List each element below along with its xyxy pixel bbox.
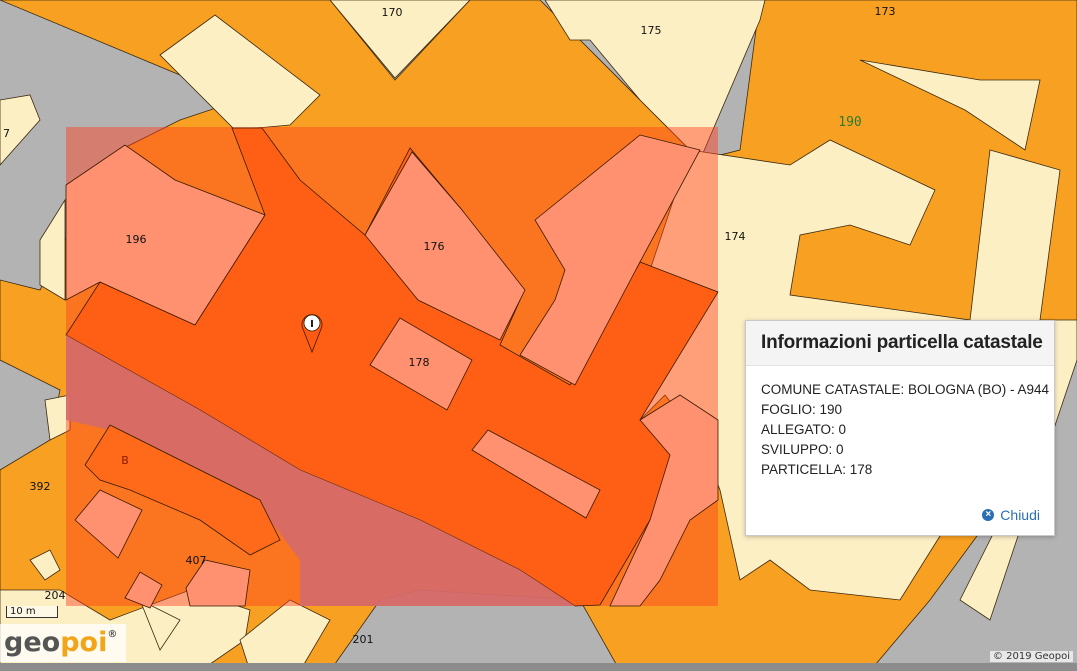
parcel-label-170: 170: [382, 6, 403, 19]
parcel-info-popup: Informazioni particella catastale COMUNE…: [745, 320, 1055, 536]
parcel-label-173: 173: [875, 5, 896, 18]
parcel-label-7: 7: [3, 127, 10, 140]
parcel-label-407: 407: [186, 554, 207, 567]
parcel-label-B: B: [121, 454, 129, 467]
parcel-label-175: 175: [641, 24, 662, 37]
popup-row-allegato: ALLEGATO: 0: [761, 422, 847, 437]
popup-row-particella: PARTICELLA: 178: [761, 462, 873, 477]
geopoi-logo: geopoi®: [0, 624, 126, 662]
logo-geo: geo: [4, 627, 61, 658]
logo-poi: poi: [60, 627, 108, 658]
parcel-label-201: 201: [353, 633, 374, 646]
close-button[interactable]: × Chiudi: [982, 507, 1040, 523]
close-label: Chiudi: [1000, 507, 1040, 523]
popup-row-foglio: FOGLIO: 190: [761, 402, 843, 417]
marker-glyph: I: [310, 319, 314, 330]
parcel-label-196: 196: [126, 233, 147, 246]
close-icon: ×: [982, 509, 995, 521]
scale-bar: 10 m: [6, 606, 58, 618]
sheet-label-190: 190: [838, 115, 861, 130]
logo-reg: ®: [107, 629, 118, 640]
popup-row-sviluppo: SVILUPPO: 0: [761, 442, 844, 457]
popup-body: COMUNE CATASTALE: BOLOGNA (BO) - A944 FO…: [746, 366, 1054, 480]
popup-row-comune: COMUNE CATASTALE: BOLOGNA (BO) - A944: [761, 382, 1050, 397]
parcel-label-174: 174: [725, 230, 746, 243]
parcel-label-178: 178: [409, 356, 430, 369]
attribution: © 2019 Geopoi: [989, 651, 1073, 662]
popup-header: Informazioni particella catastale: [746, 321, 1054, 366]
parcel-label-176: 176: [424, 240, 445, 253]
parcel-label-392: 392: [30, 480, 51, 493]
bottom-bar: [0, 663, 1077, 671]
parcel-label-204: 204: [45, 589, 66, 602]
popup-title: Informazioni particella catastale: [761, 332, 1043, 353]
